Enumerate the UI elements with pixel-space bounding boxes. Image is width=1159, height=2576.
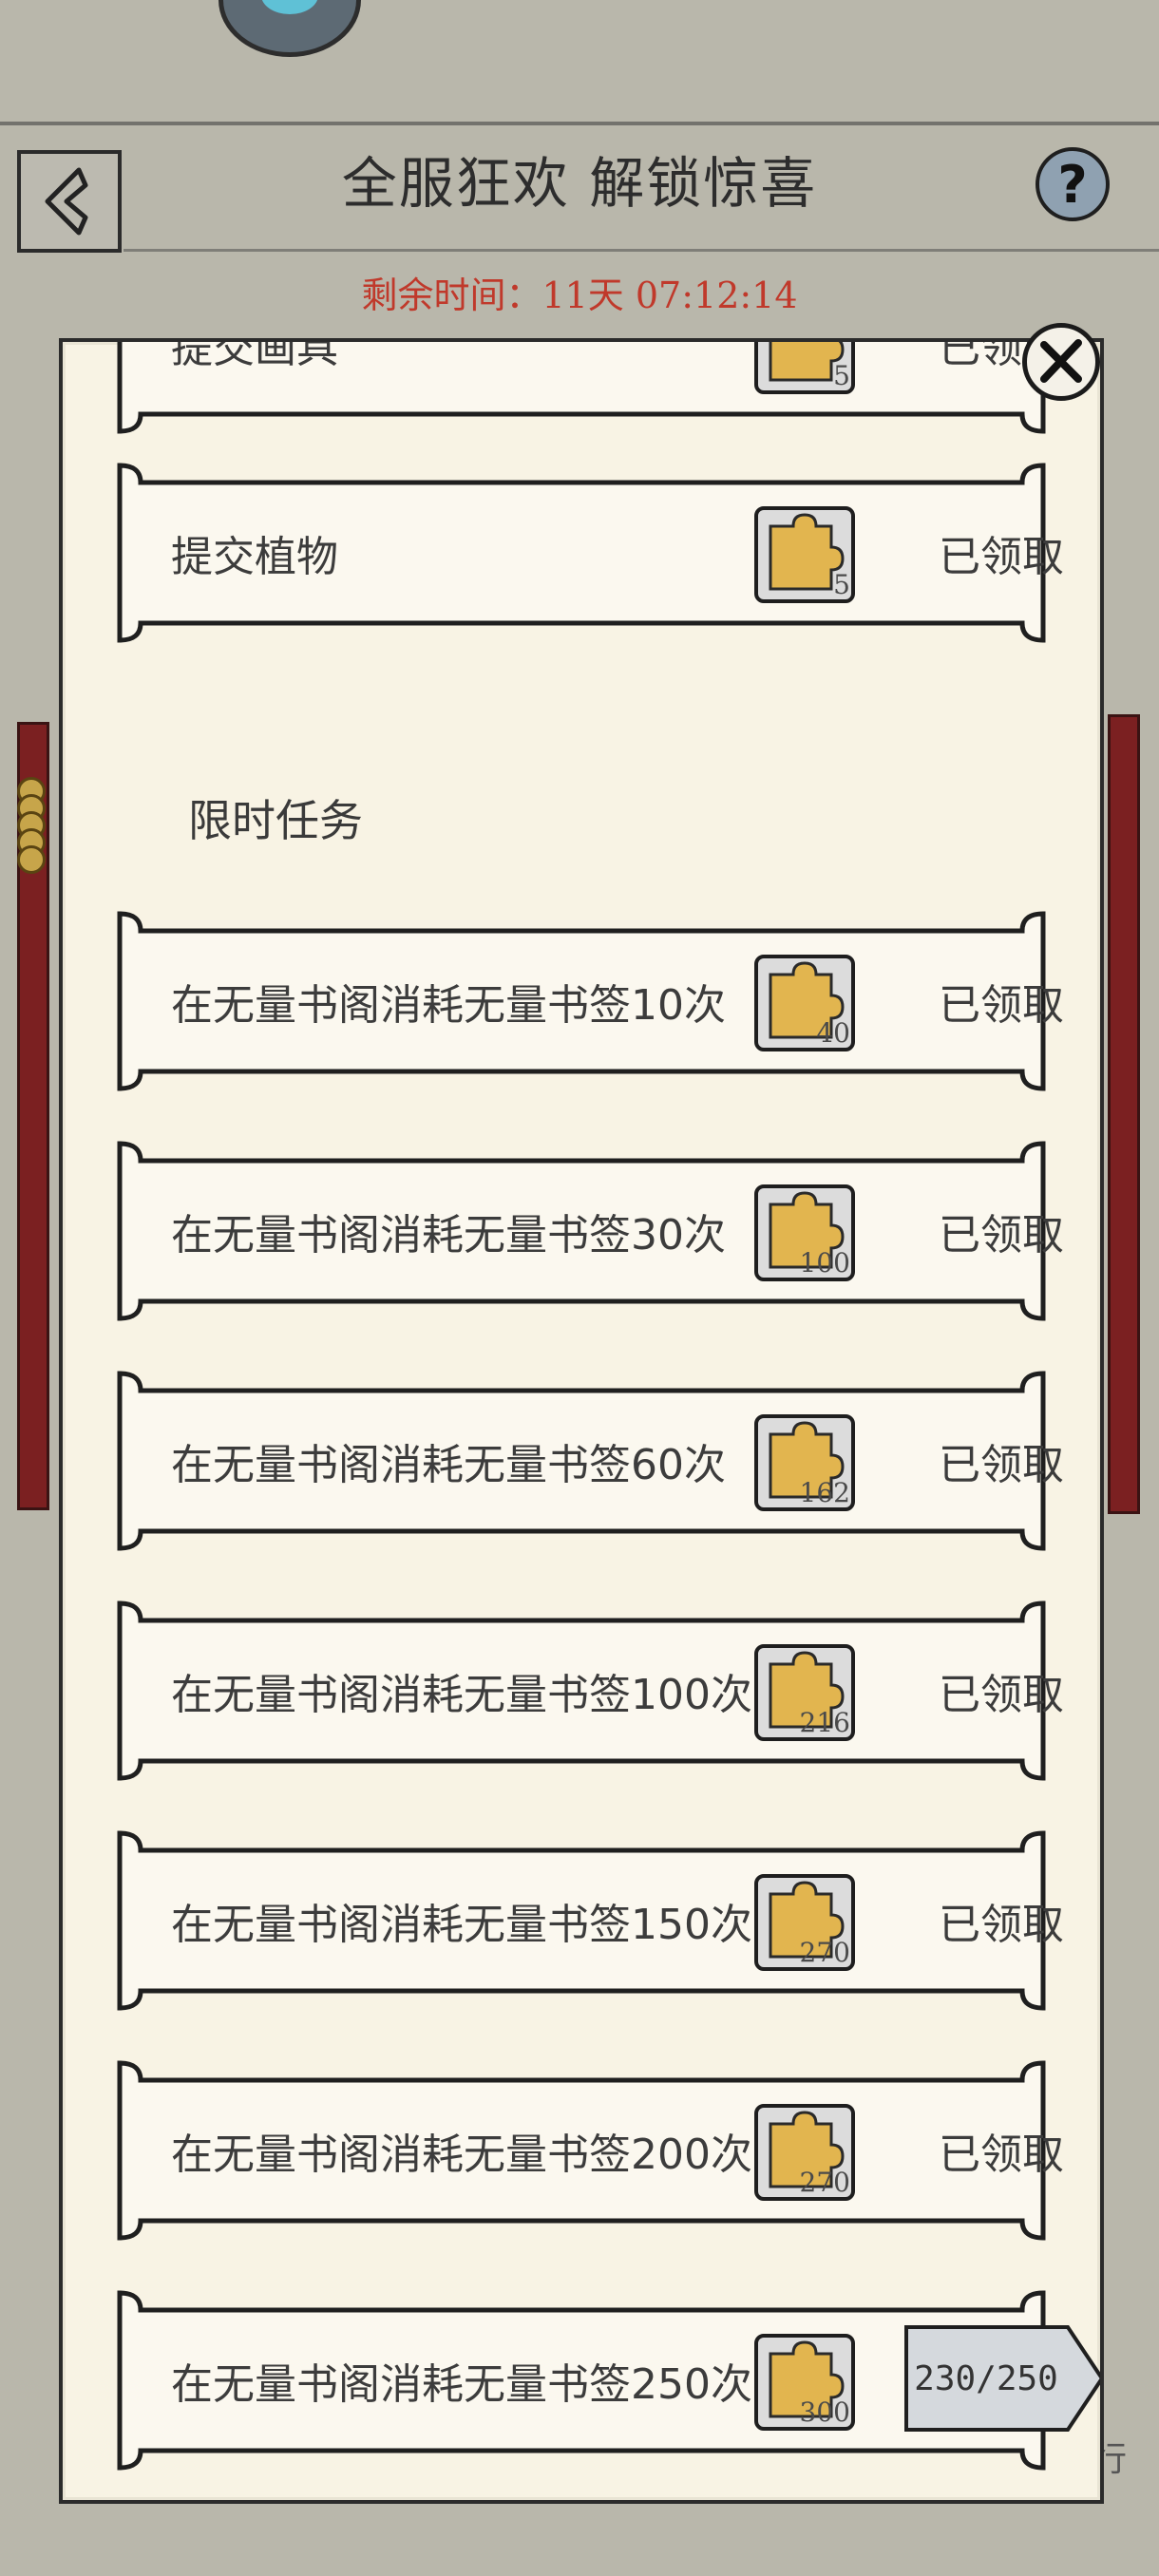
reward-count: 5 — [833, 360, 850, 391]
task-label: 提交画具 — [171, 338, 338, 372]
reward-count: 300 — [799, 2396, 850, 2428]
reward-count: 162 — [799, 1477, 850, 1508]
task-card: 提交画具 5 已领取 — [103, 338, 1064, 437]
reward-count: 270 — [799, 1937, 850, 1968]
task-card: 在无量书阁消耗无量书签200次 270 已领取 — [103, 2057, 1064, 2244]
reward-item: 5 — [753, 342, 856, 395]
claimed-status: 已领取 — [939, 2131, 1064, 2179]
progress-text: 230/250 — [914, 2358, 1058, 2398]
task-label: 在无量书阁消耗无量书签100次 — [171, 1671, 752, 1719]
reward-item: 5 — [753, 505, 856, 604]
task-label: 在无量书阁消耗无量书签10次 — [171, 981, 726, 1030]
task-label: 在无量书阁消耗无量书签250次 — [171, 2360, 752, 2409]
reward-count: 216 — [799, 1707, 850, 1738]
avatar — [218, 0, 361, 57]
reward-item: 162 — [753, 1413, 856, 1512]
reward-item: 100 — [753, 1184, 856, 1282]
task-card: 在无量书阁消耗无量书签150次 270 已领取 — [103, 1828, 1064, 2014]
task-label: 在无量书阁消耗无量书签60次 — [171, 1441, 726, 1489]
progress-tag: 230/250 — [901, 2321, 1100, 2435]
task-card: 在无量书阁消耗无量书签10次 40 已领取 — [103, 908, 1064, 1094]
header-divider — [0, 122, 1159, 125]
claimed-status: 已领取 — [939, 533, 1064, 581]
task-card: 在无量书阁消耗无量书签250次 300 230/250 — [103, 2287, 1100, 2473]
task-card: 提交植物 5 已领取 — [103, 460, 1064, 646]
reward-item: 300 — [753, 2333, 856, 2432]
task-panel: 提交画具 5 已领取 提交植物 5 已领取 限时任务 在无量书阁消耗无量书签10… — [59, 338, 1104, 2504]
reward-item: 270 — [753, 2103, 856, 2202]
reward-item: 216 — [753, 1643, 856, 1742]
reward-count: 40 — [816, 1017, 850, 1049]
header-divider-lower — [124, 249, 1159, 252]
claimed-status: 已领取 — [939, 1211, 1064, 1260]
task-label: 在无量书阁消耗无量书签150次 — [171, 1901, 752, 1949]
task-card: 在无量书阁消耗无量书签100次 216 已领取 — [103, 1598, 1064, 1784]
close-icon — [1040, 339, 1082, 383]
task-label: 在无量书阁消耗无量书签200次 — [171, 2131, 752, 2179]
claimed-status: 已领取 — [939, 1441, 1064, 1489]
claimed-status: 已领取 — [939, 1901, 1064, 1949]
avatar-face — [261, 0, 318, 14]
help-icon: ? — [1057, 154, 1088, 215]
task-label: 提交植物 — [171, 533, 338, 581]
reward-count: 5 — [833, 569, 850, 600]
countdown-timer: 剩余时间：11天 07:12:14 — [361, 275, 798, 316]
task-label: 在无量书阁消耗无量书签30次 — [171, 1211, 726, 1260]
section-title: 限时任务 — [188, 795, 363, 846]
close-button[interactable] — [1022, 323, 1100, 401]
claimed-status: 已领取 — [939, 981, 1064, 1030]
reward-item: 270 — [753, 1873, 856, 1972]
page-title: 全服狂欢 解锁惊喜 — [341, 151, 818, 216]
reward-count: 100 — [799, 1247, 850, 1279]
claimed-status: 已领取 — [939, 1671, 1064, 1719]
task-card: 在无量书阁消耗无量书签30次 100 已领取 — [103, 1138, 1064, 1324]
task-card: 在无量书阁消耗无量书签60次 162 已领取 — [103, 1368, 1064, 1554]
right-scroll-decoration — [1108, 714, 1140, 1514]
help-button[interactable]: ? — [1036, 147, 1110, 221]
reward-item: 40 — [753, 954, 856, 1052]
coin-stack-icon — [17, 777, 48, 874]
reward-count: 270 — [799, 2167, 850, 2198]
